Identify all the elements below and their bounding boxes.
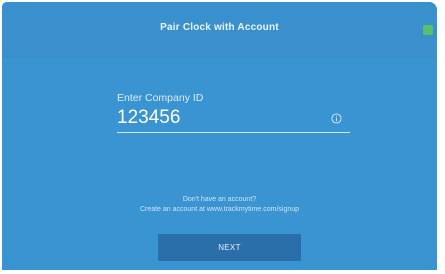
input-underline [117,132,350,133]
info-icon[interactable] [331,113,342,124]
signup-link-text[interactable]: Create an account at www.trackmytime.com… [2,206,437,213]
status-indicator [423,25,433,35]
no-account-text: Don't have an account? [182,196,257,203]
header-bar: Pair Clock with Account [2,2,437,58]
device-frame: Pair Clock with Account Enter Company ID… [0,0,445,274]
page-title: Pair Clock with Account [160,22,279,33]
company-id-input[interactable] [117,105,347,131]
next-button[interactable]: NEXT [158,234,301,261]
company-id-label: Enter Company ID [117,92,204,104]
clock-screen: Pair Clock with Account Enter Company ID… [2,2,437,270]
